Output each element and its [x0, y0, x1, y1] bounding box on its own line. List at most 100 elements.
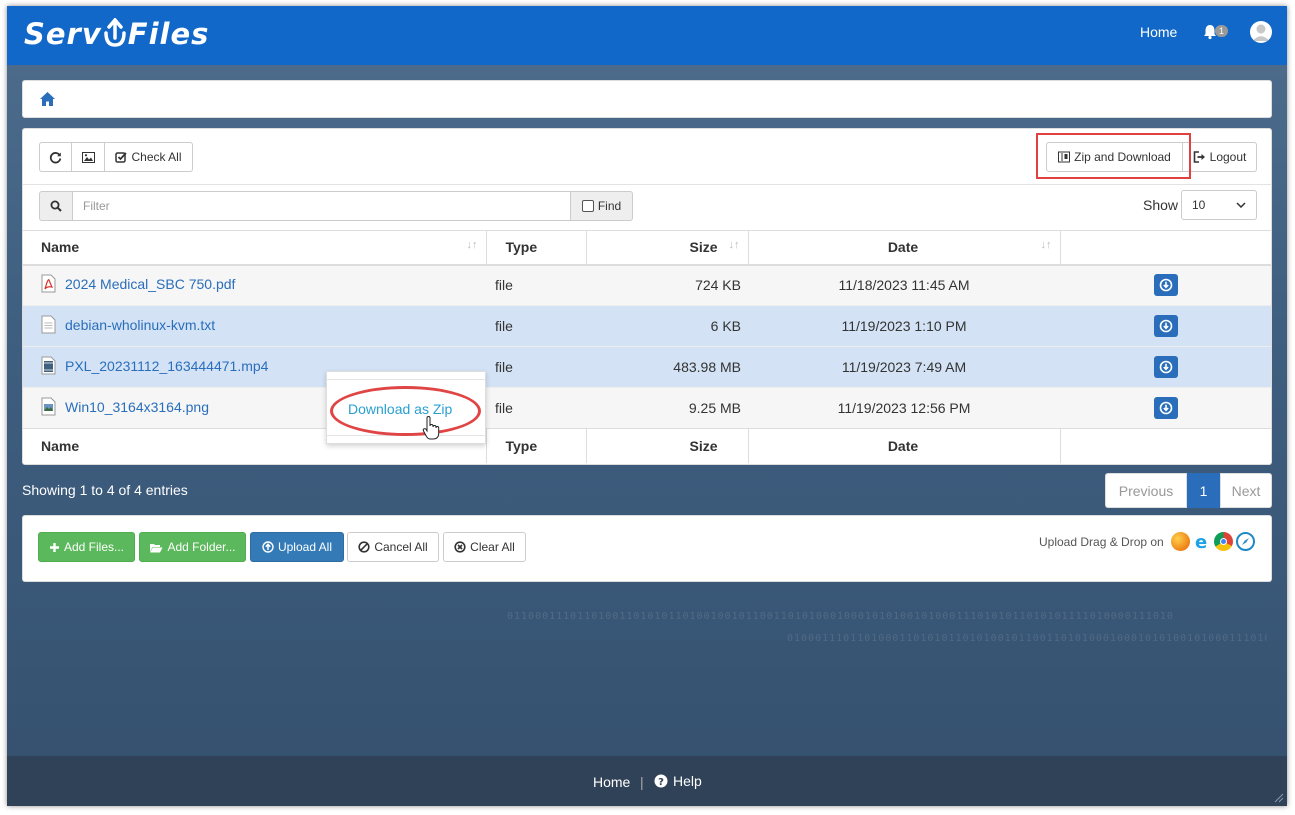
file-table: Name ↓↑ Type Size ↓↑ Date ↓↑ 2024 Medical_S… — [23, 230, 1271, 463]
find-toggle-button[interactable]: Find — [570, 191, 633, 221]
column-header-name[interactable]: Name ↓↑ — [23, 230, 487, 266]
previous-page-button[interactable]: Previous — [1105, 473, 1187, 508]
download-circle-icon — [1159, 401, 1172, 415]
drag-drop-label: Upload Drag & Drop on — [1039, 535, 1164, 549]
footer-home-link[interactable]: Home — [593, 774, 630, 790]
highlight-annotation-oval — [330, 386, 481, 436]
filter-bar: Find Show 10 — [23, 184, 1271, 230]
download-circle-icon — [1159, 278, 1172, 292]
text-file-icon — [41, 315, 56, 334]
file-size: 724 KB — [586, 264, 748, 306]
footer-separator: | — [640, 774, 644, 790]
sort-icon: ↓↑ — [1040, 239, 1052, 251]
resize-grip-icon[interactable] — [1272, 791, 1284, 803]
next-page-button[interactable]: Next — [1220, 473, 1272, 508]
refresh-icon — [49, 151, 62, 163]
file-type: file — [486, 387, 586, 429]
ban-icon — [358, 541, 370, 553]
footer-help-link[interactable]: ? Help — [654, 773, 702, 789]
file-link[interactable]: debian-wholinux-kvm.txt — [41, 315, 215, 334]
add-files-button[interactable]: Add Files... — [38, 532, 135, 562]
footer-header-size: Size — [586, 428, 749, 463]
upload-arrow-icon — [104, 18, 126, 47]
firefox-icon — [1171, 532, 1190, 551]
find-label: Find — [597, 199, 622, 213]
file-size: 483.98 MB — [586, 346, 748, 388]
pagination: Previous 1 Next — [1105, 473, 1272, 508]
file-date: 11/18/2023 11:45 AM — [748, 264, 1060, 306]
search-addon — [39, 191, 73, 221]
file-size: 9.25 MB — [586, 387, 748, 429]
internet-explorer-icon: e — [1193, 532, 1212, 553]
svg-text:?: ? — [658, 777, 664, 788]
refresh-button[interactable] — [39, 142, 72, 172]
file-link[interactable]: PXL_20231112_163444471.mp4 — [41, 356, 268, 375]
upload-circle-icon — [262, 541, 274, 553]
check-all-label: Check All — [131, 150, 182, 164]
user-avatar[interactable] — [1250, 21, 1272, 43]
top-navbar: Serv Files Home 1 — [7, 6, 1287, 65]
menu-divider — [327, 379, 485, 380]
table-header-row: Name ↓↑ Type Size ↓↑ Date ↓↑ — [23, 230, 1271, 266]
logout-label: Logout — [1209, 150, 1247, 164]
cancel-all-button[interactable]: Cancel All — [347, 532, 439, 562]
svg-text:e: e — [1195, 532, 1207, 551]
folder-open-icon — [150, 543, 163, 552]
column-header-size[interactable]: Size ↓↑ — [586, 230, 749, 266]
file-link[interactable]: 2024 Medical_SBC 750.pdf — [41, 274, 235, 293]
file-type: file — [486, 305, 586, 347]
download-circle-icon — [1159, 319, 1172, 333]
column-header-actions — [1060, 230, 1271, 266]
nav-home-link[interactable]: Home — [1140, 24, 1177, 40]
footer-header-date: Date — [748, 428, 1061, 463]
home-icon[interactable] — [39, 91, 56, 107]
pdf-icon — [41, 274, 56, 293]
clear-all-button[interactable]: Clear All — [443, 532, 526, 562]
show-label: Show — [1143, 197, 1179, 213]
logout-button[interactable]: Logout — [1182, 142, 1257, 172]
entries-info: Showing 1 to 4 of 4 entries — [22, 482, 188, 498]
check-all-button[interactable]: Check All — [104, 142, 193, 172]
page-size-value: 10 — [1192, 198, 1206, 212]
servfiles-logo[interactable]: Serv Files — [24, 17, 209, 51]
brand-left: Serv — [24, 17, 102, 51]
download-button[interactable] — [1153, 274, 1178, 297]
download-circle-icon — [1159, 360, 1172, 374]
hand-pointer-icon — [422, 416, 440, 440]
image-file-icon — [41, 397, 56, 416]
file-size: 6 KB — [586, 305, 748, 347]
column-header-type: Type — [486, 230, 587, 266]
sort-icon: ↓↑ — [466, 239, 478, 251]
table-row[interactable]: Win10_3164x3164.png file 9.25 MB 11/19/2… — [23, 387, 1271, 429]
column-header-date[interactable]: Date ↓↑ — [748, 230, 1061, 266]
background-binary-pattern: 0110001110110100110101011010010010110011… — [507, 611, 1267, 644]
file-link[interactable]: Win10_3164x3164.png — [41, 397, 209, 416]
table-row[interactable]: PXL_20231112_163444471.mp4 file 483.98 M… — [23, 346, 1271, 388]
filter-input[interactable] — [72, 191, 571, 221]
plus-icon — [49, 542, 59, 552]
user-icon — [1252, 24, 1270, 41]
breadcrumb — [22, 80, 1272, 118]
table-row[interactable]: debian-wholinux-kvm.txt file 6 KB 11/19/… — [23, 305, 1271, 347]
download-button[interactable] — [1153, 356, 1178, 378]
question-circle-icon: ? — [654, 774, 668, 788]
notifications-button[interactable]: 1 — [1203, 21, 1231, 43]
table-footer-row: Name Type Size Date — [23, 428, 1271, 463]
find-checkbox[interactable] — [581, 200, 594, 212]
download-button[interactable] — [1153, 397, 1178, 419]
table-row[interactable]: 2024 Medical_SBC 750.pdf file 724 KB 11/… — [23, 264, 1271, 306]
app-window: Serv Files Home 1 01100011101101001101010… — [7, 6, 1287, 806]
file-date: 11/19/2023 1:10 PM — [748, 305, 1060, 347]
thumbnail-view-button[interactable] — [71, 142, 105, 172]
page-size-select[interactable]: 10 — [1181, 190, 1257, 220]
add-folder-button[interactable]: Add Folder... — [139, 532, 246, 562]
upload-all-button[interactable]: Upload All — [250, 532, 344, 562]
file-date: 11/19/2023 12:56 PM — [748, 387, 1060, 429]
page-1-button[interactable]: 1 — [1187, 473, 1220, 508]
download-button[interactable] — [1153, 315, 1178, 337]
notification-badge: 1 — [1215, 25, 1229, 37]
chrome-icon — [1214, 532, 1233, 551]
footer-header-type: Type — [486, 428, 587, 463]
footer-header-actions — [1060, 428, 1271, 463]
sort-icon: ↓↑ — [728, 239, 740, 251]
